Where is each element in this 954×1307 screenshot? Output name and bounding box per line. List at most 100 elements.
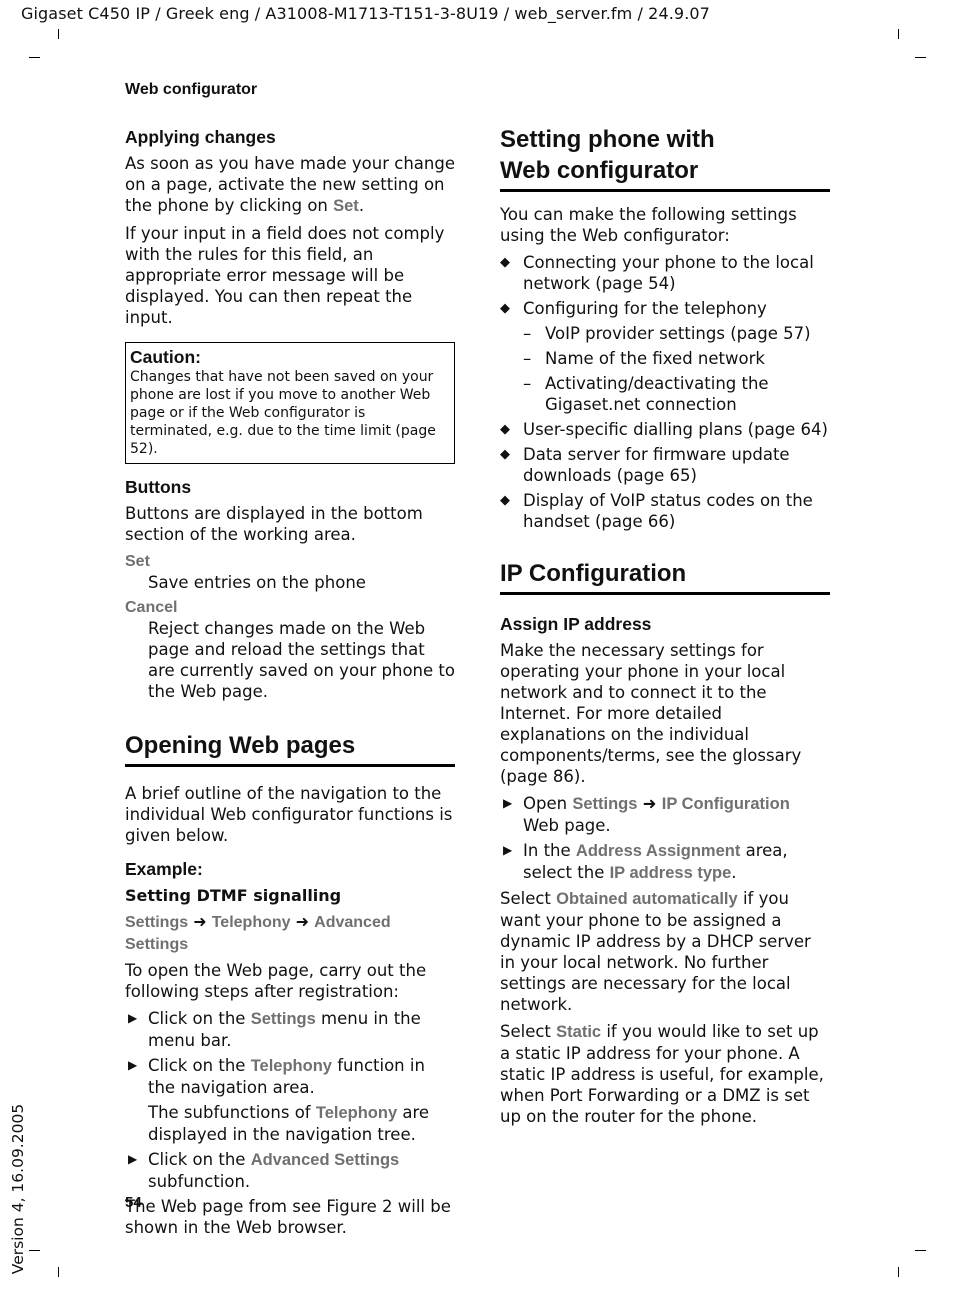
- version-label: Version 4, 16.09.2005: [9, 1103, 27, 1275]
- crop-mark: [898, 1267, 899, 1277]
- input-error-paragraph: If your input in a field does not comply…: [125, 224, 445, 327]
- opening-outro: The Web page from see Figure 2 will be s…: [125, 1197, 451, 1237]
- setting-phone-heading: Setting phone with Web configurator: [500, 124, 830, 192]
- arrow-icon: ➜: [642, 794, 657, 813]
- applying-changes-paragraph: As soon as you have made your change on …: [125, 153, 455, 217]
- arrow-icon: ➜: [295, 912, 310, 931]
- step-item: ▶ Click on the Telephony function in the …: [125, 1055, 455, 1098]
- text: Web page.: [523, 816, 611, 835]
- bullet-item: ◆ Display of VoIP status codes on the han…: [500, 490, 830, 532]
- left-column: Applying changes As soon as you have mad…: [125, 126, 455, 1244]
- sub-bullet-item: – VoIP provider settings (page 57): [500, 323, 830, 344]
- diamond-bullet-icon: ◆: [500, 301, 510, 316]
- step-item: ▶ Click on the Settings menu in the menu …: [125, 1008, 455, 1051]
- example-label: Example:: [125, 859, 203, 879]
- crop-mark: [29, 1250, 40, 1251]
- text: The subfunctions of: [148, 1103, 316, 1122]
- bullet-item: ◆ Data server for firmware update downloa…: [500, 444, 830, 486]
- ui-term-ip-configuration: IP Configuration: [661, 795, 790, 813]
- bullet-item: ◆ Configuring for the telephony: [500, 298, 830, 319]
- opening-intro: A brief outline of the navigation to the…: [125, 784, 453, 845]
- dash-bullet-icon: –: [523, 349, 532, 368]
- step-arrow-icon: ▶: [503, 796, 513, 810]
- dash-bullet-icon: –: [523, 324, 532, 343]
- step-item: ▶ Open Settings ➜ IP Configuration Web pa…: [500, 793, 830, 836]
- buttons-intro: Buttons are displayed in the bottom sect…: [125, 504, 423, 544]
- text: Select: [500, 1022, 557, 1041]
- text: Open: [523, 794, 573, 813]
- crop-mark: [915, 1250, 926, 1251]
- text: Display of VoIP status codes on the hand…: [523, 491, 813, 531]
- ui-term-ip-address-type: IP address type: [609, 864, 732, 882]
- crop-mark: [898, 29, 899, 39]
- heading-line: Setting phone with: [500, 126, 715, 153]
- arrow-icon: ➜: [193, 912, 207, 931]
- static-paragraph: Select Static if you would like to set u…: [500, 1021, 830, 1127]
- text: VoIP provider settings (page 57): [545, 324, 811, 343]
- button-term-set: Set: [125, 553, 150, 570]
- applying-changes-heading: Applying changes: [125, 127, 276, 147]
- path-telephony: Telephony: [211, 914, 291, 931]
- ui-term-settings: Settings: [572, 795, 638, 813]
- text: Click on the: [148, 1009, 251, 1028]
- text: User-specific dialling plans (page 64): [523, 420, 828, 439]
- buttons-heading: Buttons: [125, 477, 192, 497]
- sub-bullet-item: – Name of the fixed network: [500, 348, 830, 369]
- diamond-bullet-icon: ◆: [500, 493, 510, 508]
- caution-title: Caution:: [130, 347, 201, 367]
- running-head: Web configurator: [125, 81, 258, 98]
- obtained-automatically-paragraph: Select Obtained automatically if you wan…: [500, 888, 830, 1015]
- text: Select: [500, 889, 557, 908]
- diamond-bullet-icon: ◆: [500, 255, 510, 270]
- caution-box: Caution: Changes that have not been save…: [125, 342, 455, 464]
- text: Click on the: [148, 1056, 251, 1075]
- button-desc-set: Save entries on the phone: [148, 573, 366, 592]
- button-desc-cancel: Reject changes made on the Web page and …: [148, 619, 455, 701]
- assign-ip-heading: Assign IP address: [500, 614, 652, 634]
- step-arrow-icon: ▶: [128, 1152, 138, 1166]
- heading-line: Web configurator: [500, 157, 699, 184]
- step-arrow-icon: ▶: [128, 1011, 138, 1025]
- diamond-bullet-icon: ◆: [500, 422, 510, 437]
- step-note: The subfunctions of Telephony are displa…: [148, 1102, 455, 1145]
- text: .: [731, 863, 737, 882]
- step-arrow-icon: ▶: [128, 1058, 138, 1072]
- navigation-path: Settings ➜ Telephony ➜ Advanced Settings: [125, 911, 455, 955]
- ui-term-telephony: Telephony: [250, 1057, 332, 1075]
- text: Connecting your phone to the local netwo…: [523, 253, 814, 293]
- text: In the: [523, 841, 576, 860]
- crop-mark: [58, 1267, 59, 1277]
- right-column: Setting phone with Web configurator You c…: [500, 124, 830, 1133]
- text: .: [358, 196, 365, 215]
- steps-intro: To open the Web page, carry out the foll…: [125, 961, 427, 1001]
- example-title: Setting DTMF signalling: [125, 886, 342, 905]
- document-header: Gigaset C450 IP / Greek eng / A31008-M17…: [21, 4, 710, 23]
- ip-configuration-heading: IP Configuration: [500, 558, 830, 595]
- bullet-item: ◆ User-specific dialling plans (page 64): [500, 419, 830, 440]
- ui-term-set: Set: [333, 197, 359, 215]
- path-settings: Settings: [125, 914, 189, 931]
- ui-term-address-assignment: Address Assignment: [575, 842, 741, 860]
- ui-term-static: Static: [556, 1023, 602, 1041]
- setting-intro: You can make the following settings usin…: [500, 205, 797, 245]
- ui-term-telephony: Telephony: [315, 1104, 398, 1122]
- diamond-bullet-icon: ◆: [500, 447, 510, 462]
- step-item: ▶ In the Address Assignment area, select …: [500, 840, 830, 884]
- text: Name of the fixed network: [545, 349, 765, 368]
- ui-term-settings: Settings: [250, 1010, 316, 1028]
- button-term-cancel: Cancel: [125, 599, 178, 616]
- caution-text: Changes that have not been saved on your…: [130, 369, 436, 457]
- crop-mark: [915, 57, 926, 58]
- bullet-item: ◆ Connecting your phone to the local netw…: [500, 252, 830, 294]
- crop-mark: [58, 29, 59, 39]
- text: Activating/deactivating the Gigaset.net …: [545, 374, 769, 414]
- text: subfunction.: [148, 1172, 251, 1191]
- opening-web-pages-heading: Opening Web pages: [125, 730, 455, 767]
- ui-term-obtained-automatically: Obtained automatically: [556, 890, 738, 908]
- dash-bullet-icon: –: [523, 374, 532, 393]
- ip-intro: Make the necessary settings for operatin…: [500, 641, 802, 786]
- text: Configuring for the telephony: [523, 299, 767, 318]
- text: Click on the: [148, 1150, 251, 1169]
- text: Data server for firmware update download…: [523, 445, 790, 485]
- step-arrow-icon: ▶: [503, 843, 513, 857]
